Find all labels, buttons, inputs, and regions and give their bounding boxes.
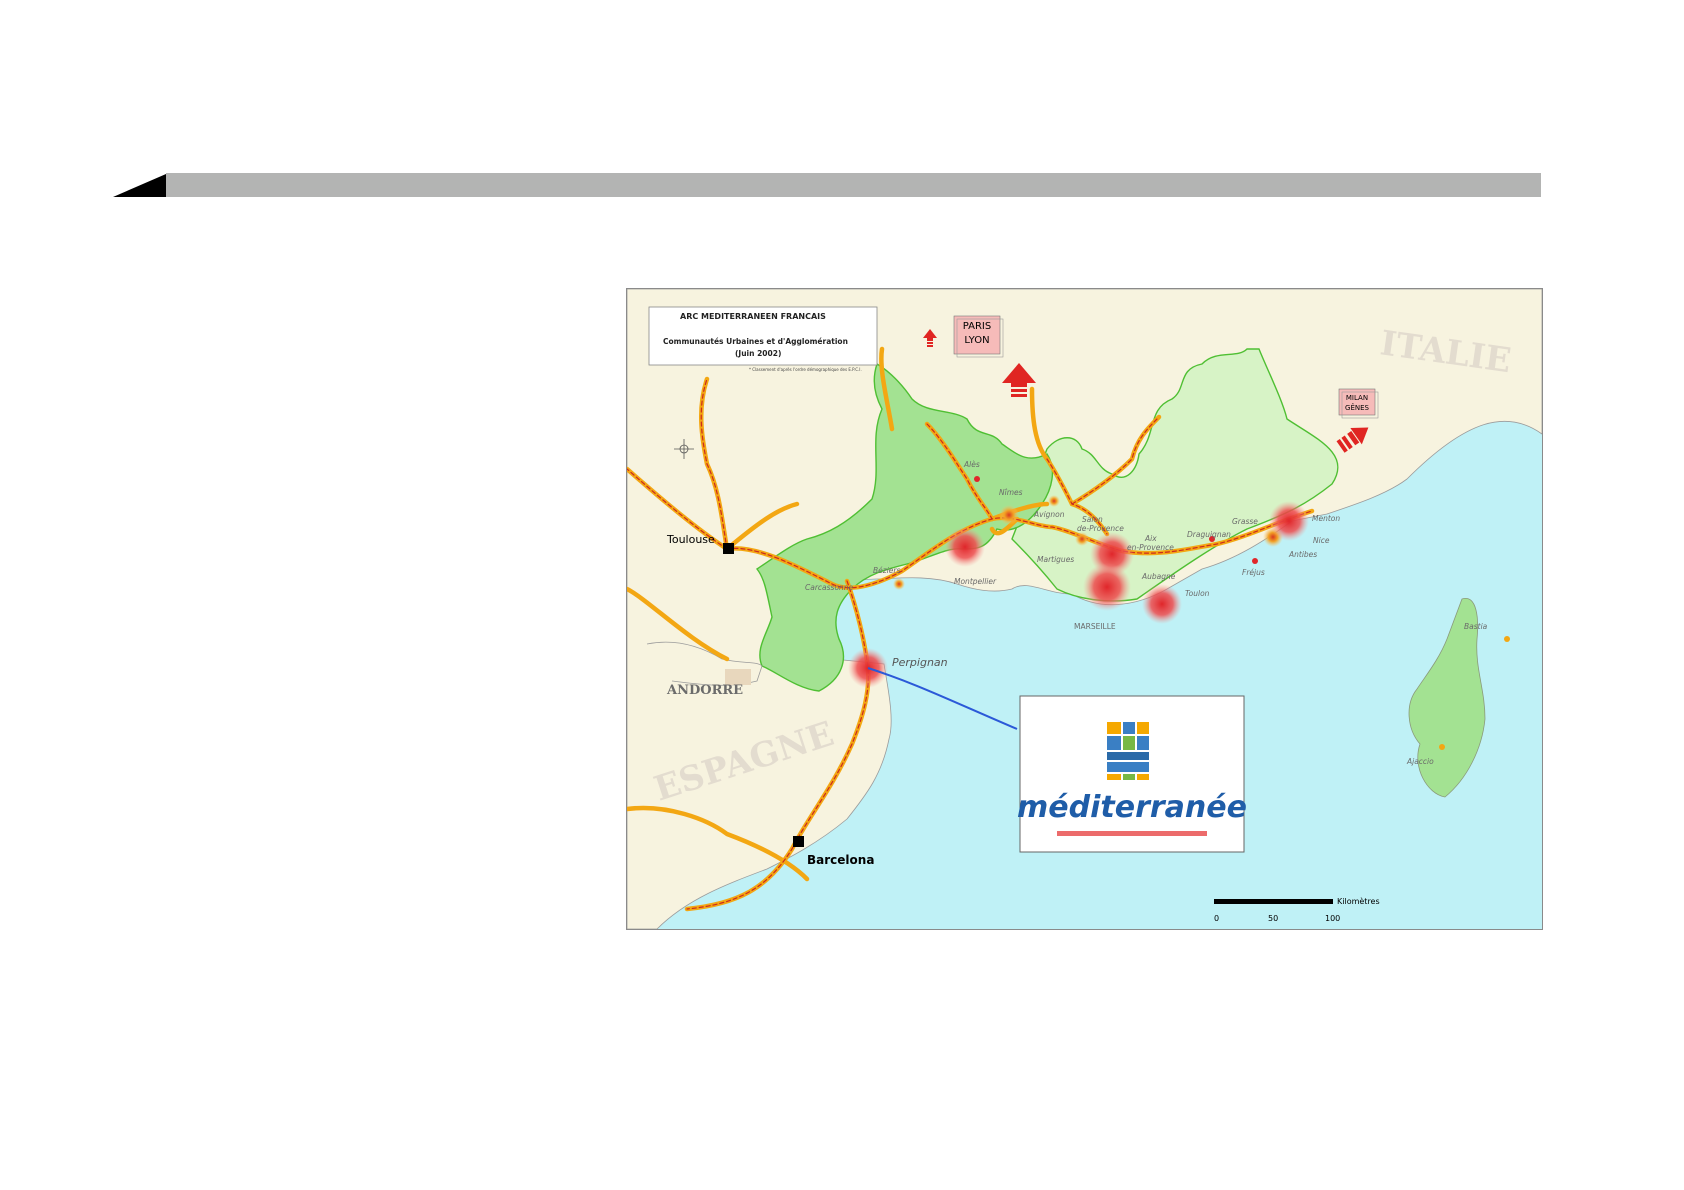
svg-text:Salon: Salon: [1082, 515, 1103, 524]
svg-text:(Juin 2002): (Juin 2002): [735, 349, 781, 358]
svg-text:Menton: Menton: [1312, 514, 1340, 523]
svg-text:Communautés Urbaines et d'Aggl: Communautés Urbaines et d'Agglomération: [663, 337, 848, 346]
city-label-toulouse: Toulouse: [666, 533, 715, 546]
svg-text:Ajaccio: Ajaccio: [1406, 757, 1434, 766]
svg-text:Carcassonne: Carcassonne: [805, 583, 854, 592]
direction-paris-lyon: PARIS LYON: [953, 315, 1004, 358]
svg-text:Fréjus: Fréjus: [1242, 568, 1265, 577]
svg-text:Grasse: Grasse: [1232, 517, 1258, 526]
svg-text:Nice: Nice: [1313, 536, 1330, 545]
svg-text:Béziers: Béziers: [873, 566, 900, 575]
direction-milan-genes: MILAN GÊNES: [1338, 388, 1379, 419]
svg-text:en-Provence: en-Provence: [1127, 543, 1174, 552]
city-label-barcelona: Barcelona: [807, 853, 874, 867]
svg-text:Aix: Aix: [1144, 534, 1157, 543]
svg-text:Draguignan: Draguignan: [1187, 530, 1231, 539]
svg-text:* Classement d'après l'ordre d: * Classement d'après l'ordre démographiq…: [749, 367, 862, 372]
svg-text:MARSEILLE: MARSEILLE: [1074, 622, 1116, 631]
map-frame: ITALIE ESPAGNE ANDORRE Toulouse Barcelon…: [626, 288, 1543, 930]
svg-text:LYON: LYON: [964, 335, 989, 346]
svg-text:Martigues: Martigues: [1037, 555, 1074, 564]
svg-text:PARIS: PARIS: [963, 321, 991, 332]
barcelona-marker: [793, 836, 804, 847]
svg-text:100: 100: [1325, 914, 1340, 923]
svg-text:0: 0: [1214, 914, 1219, 923]
country-label-andorre: ANDORRE: [666, 683, 743, 698]
svg-text:Bastia: Bastia: [1464, 622, 1488, 631]
map[interactable]: ITALIE ESPAGNE ANDORRE Toulouse Barcelon…: [627, 289, 1542, 929]
toulouse-marker: [723, 543, 734, 554]
logo-tagline: [1057, 831, 1207, 836]
svg-text:Toulon: Toulon: [1185, 589, 1210, 598]
svg-text:Aubagne: Aubagne: [1141, 572, 1176, 581]
legend-box: ARC MEDITERRANEEN FRANCAIS Communautés U…: [648, 306, 878, 372]
svg-text:Antibes: Antibes: [1288, 550, 1317, 559]
svg-text:de-Provence: de-Provence: [1077, 524, 1124, 533]
svg-text:Avignon: Avignon: [1033, 510, 1065, 519]
svg-text:Kilomètres: Kilomètres: [1337, 896, 1380, 906]
svg-text:50: 50: [1268, 914, 1278, 923]
logo-box: méditerranée: [1017, 695, 1247, 853]
svg-text:GÊNES: GÊNES: [1345, 403, 1370, 412]
svg-text:Alès: Alès: [963, 460, 980, 469]
svg-text:Nîmes: Nîmes: [999, 488, 1023, 497]
header-bar: [113, 173, 1541, 197]
logo-wordmark: méditerranée: [1017, 790, 1247, 825]
svg-text:MILAN: MILAN: [1346, 394, 1368, 402]
city-label-perpignan: Perpignan: [892, 656, 948, 669]
svg-text:ARC MEDITERRANEEN FRANCAIS: ARC MEDITERRANEEN FRANCAIS: [680, 312, 826, 321]
svg-text:Montpellier: Montpellier: [954, 577, 997, 586]
